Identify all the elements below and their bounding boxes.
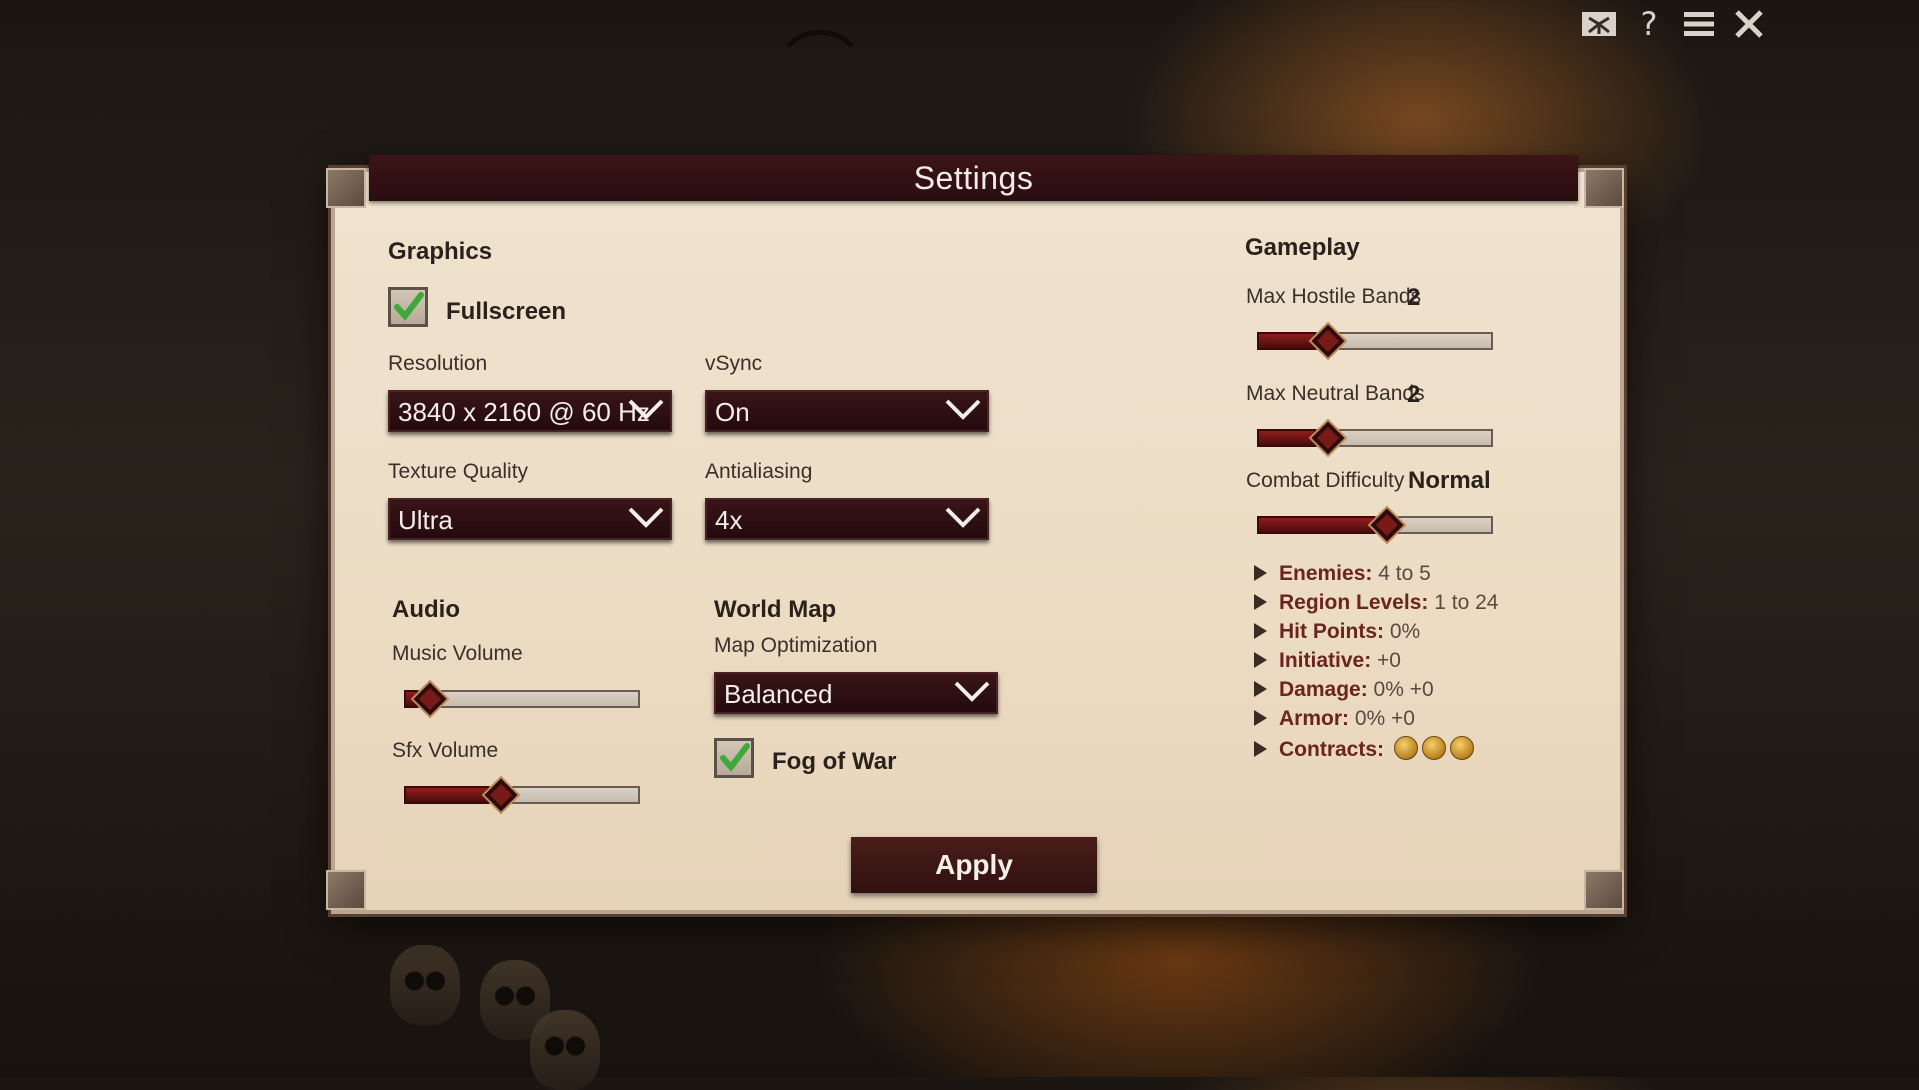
fullscreen-label: Fullscreen — [446, 298, 567, 325]
triangle-bullet-icon — [1254, 565, 1267, 581]
detail-row-hit-points: Hit Points: 0% — [1254, 620, 1498, 649]
detail-key: Region Levels: — [1279, 591, 1429, 614]
detail-key: Armor: — [1279, 707, 1350, 730]
coin-icon — [1421, 736, 1446, 760]
chevron-down-icon — [954, 681, 990, 702]
detail-value: 0% — [1389, 620, 1421, 643]
coin-icon — [1393, 736, 1418, 760]
detail-row-initiative: Initiative: +0 — [1254, 649, 1498, 678]
detail-key: Enemies: — [1279, 562, 1373, 585]
detail-value: 1 to 24 — [1434, 591, 1499, 614]
max-neutral-bands-label: Max Neutral Bands — [1246, 382, 1425, 405]
help-icon[interactable]: ? — [1631, 5, 1667, 43]
coin-icon — [1449, 736, 1474, 760]
slider-knob[interactable] — [410, 679, 450, 719]
checkmark-icon — [720, 743, 750, 772]
panel-corner-ornament — [326, 870, 366, 910]
bat-silhouette: ⌒ — [785, 26, 855, 104]
page-title: Settings — [913, 160, 1034, 196]
texture-quality-value: Ultra — [398, 505, 453, 535]
detail-value: 0% +0 — [1354, 707, 1415, 730]
max-neutral-bands-slider[interactable] — [1257, 418, 1493, 458]
music-volume-slider[interactable] — [404, 679, 640, 719]
detail-value: 4 to 5 — [1378, 562, 1431, 585]
detail-value: +0 — [1377, 649, 1401, 672]
triangle-bullet-icon — [1254, 623, 1267, 639]
panel-corner-ornament — [1584, 168, 1624, 208]
slider-knob[interactable] — [481, 775, 521, 815]
triangle-bullet-icon — [1254, 710, 1267, 726]
triangle-bullet-icon — [1254, 652, 1267, 668]
detail-row-armor: Armor: 0% +0 — [1254, 707, 1498, 736]
chevron-down-icon — [945, 507, 981, 528]
slider-knob[interactable] — [1308, 418, 1348, 458]
detail-row-enemies: Enemies: 4 to 5 — [1254, 562, 1498, 591]
max-neutral-bands-value: 2 — [1407, 381, 1421, 408]
title-bar: Settings — [369, 155, 1578, 201]
checkmark-icon — [394, 292, 424, 321]
combat-difficulty-slider[interactable] — [1257, 505, 1493, 545]
music-volume-label: Music Volume — [392, 642, 523, 665]
fog-of-war-label: Fog of War — [772, 748, 897, 775]
texture-quality-label: Texture Quality — [388, 460, 529, 483]
top-toolbar: ? — [1581, 5, 1767, 43]
antialiasing-label: Antialiasing — [705, 460, 813, 483]
slider-fill — [1257, 516, 1375, 534]
world-map-heading: World Map — [714, 596, 837, 623]
map-optimization-label: Map Optimization — [714, 634, 878, 657]
antialiasing-value: 4x — [715, 505, 743, 535]
slider-fill — [404, 786, 489, 804]
sfx-volume-label: Sfx Volume — [392, 739, 499, 762]
triangle-bullet-icon — [1254, 741, 1267, 757]
sfx-volume-slider[interactable] — [404, 775, 640, 815]
chevron-down-icon — [628, 507, 664, 528]
contract-coins — [1390, 736, 1474, 761]
detail-value: 0% +0 — [1373, 678, 1434, 701]
panel-corner-ornament — [1584, 870, 1624, 910]
audio-heading: Audio — [392, 596, 460, 623]
gameplay-heading: Gameplay — [1245, 234, 1360, 261]
vsync-label: vSync — [705, 352, 763, 375]
close-icon[interactable] — [1731, 6, 1767, 42]
fog-of-war-checkbox[interactable] — [714, 738, 754, 778]
slider-knob[interactable] — [1308, 321, 1348, 361]
triangle-bullet-icon — [1254, 594, 1267, 610]
detail-key: Contracts: — [1279, 738, 1385, 761]
antialiasing-dropdown[interactable]: 4x — [705, 498, 989, 540]
apply-button[interactable]: Apply — [851, 837, 1097, 893]
map-optimization-value: Balanced — [724, 679, 833, 709]
detail-row-damage: Damage: 0% +0 — [1254, 678, 1498, 707]
resolution-dropdown[interactable]: 3840 x 2160 @ 60 Hz — [388, 390, 672, 432]
vsync-dropdown[interactable]: On — [705, 390, 989, 432]
resolution-value: 3840 x 2160 @ 60 Hz — [398, 397, 650, 427]
flag-icon[interactable] — [1581, 6, 1617, 42]
combat-difficulty-label: Combat Difficulty — [1246, 469, 1405, 492]
panel-corner-ornament — [326, 168, 366, 208]
chevron-down-icon — [945, 399, 981, 420]
texture-quality-dropdown[interactable]: Ultra — [388, 498, 672, 540]
detail-row-region-levels: Region Levels: 1 to 24 — [1254, 591, 1498, 620]
graphics-heading: Graphics — [388, 238, 493, 265]
max-hostile-bands-slider[interactable] — [1257, 321, 1493, 361]
map-optimization-dropdown[interactable]: Balanced — [714, 672, 998, 714]
difficulty-details-list: Enemies: 4 to 5 Region Levels: 1 to 24 H… — [1254, 562, 1498, 765]
detail-key: Damage: — [1279, 678, 1368, 701]
max-hostile-bands-value: 2 — [1407, 284, 1421, 311]
detail-key: Hit Points: — [1279, 620, 1384, 643]
chevron-down-icon — [628, 399, 664, 420]
skull-decoration — [390, 945, 460, 1025]
detail-row-contracts: Contracts: — [1254, 736, 1498, 765]
vsync-value: On — [715, 397, 750, 427]
menu-icon[interactable] — [1681, 6, 1717, 42]
skull-decoration — [530, 1010, 600, 1090]
fullscreen-checkbox[interactable] — [388, 287, 428, 327]
detail-key: Initiative: — [1279, 649, 1372, 672]
triangle-bullet-icon — [1254, 681, 1267, 697]
slider-knob[interactable] — [1367, 505, 1407, 545]
combat-difficulty-value: Normal — [1408, 467, 1491, 494]
max-hostile-bands-label: Max Hostile Bands — [1246, 285, 1422, 308]
resolution-label: Resolution — [388, 352, 488, 375]
